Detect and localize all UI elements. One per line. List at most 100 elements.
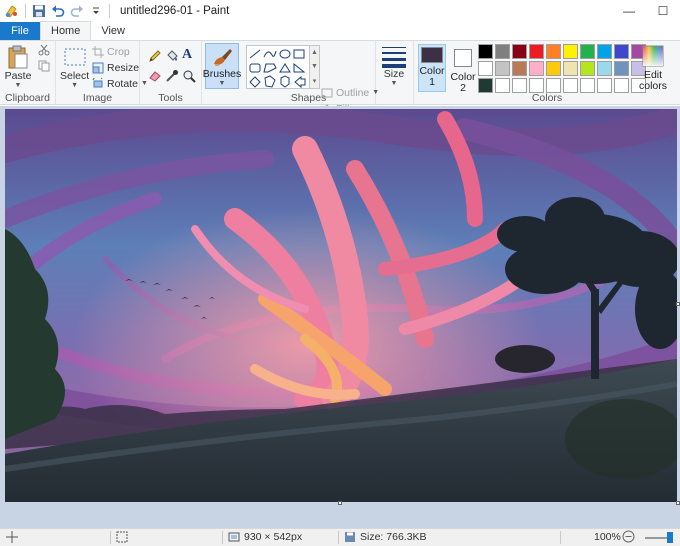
brushes-label: Brushes (202, 68, 242, 80)
tab-home[interactable]: Home (40, 21, 92, 40)
status-divider (222, 531, 223, 544)
palette-swatch[interactable] (529, 44, 544, 59)
color2-button[interactable]: Color 2 (450, 44, 476, 94)
palette-swatch[interactable] (529, 61, 544, 76)
resize-icon (92, 62, 104, 73)
zoom-out-button[interactable] (622, 530, 635, 543)
pencil-icon[interactable] (148, 49, 162, 66)
palette-swatch[interactable] (512, 78, 527, 93)
palette-swatch[interactable] (597, 44, 612, 59)
edit-colors-icon (642, 45, 664, 67)
eraser-icon[interactable] (148, 69, 162, 86)
toolbar-divider (25, 4, 26, 18)
redo-icon[interactable] (69, 3, 85, 19)
color1-button[interactable]: Color 1 (418, 44, 446, 92)
size-group: Size ▼ (376, 41, 414, 105)
crop-button[interactable]: Crop (92, 44, 130, 59)
clipboard-group: Paste ▼ Clipboard (0, 41, 56, 105)
palette-swatch[interactable] (478, 44, 493, 59)
palette-swatch[interactable] (495, 44, 510, 59)
window-title: untitled296-01 - Paint (120, 5, 230, 17)
minimize-button[interactable]: — (612, 0, 646, 22)
undo-icon[interactable] (50, 3, 66, 19)
scroll-up-icon[interactable]: ▲ (311, 49, 318, 56)
scroll-down-icon[interactable]: ▼ (311, 63, 318, 70)
edit-colors-label: Edit colors (638, 69, 667, 92)
brushes-button[interactable]: Brushes ▼ (202, 43, 242, 89)
window-controls: — ☐ (612, 0, 680, 22)
palette-swatch[interactable] (580, 44, 595, 59)
zoom-out-icon (622, 530, 635, 543)
palette-swatch[interactable] (546, 61, 561, 76)
magnifier-icon[interactable] (182, 69, 196, 86)
palette-swatch[interactable] (512, 61, 527, 76)
file-size-text: Size: 766.3KB (360, 531, 427, 543)
outline-button[interactable]: Outline ▼ (321, 85, 379, 100)
selection-size-icon (116, 531, 128, 543)
maximize-button[interactable]: ☐ (646, 0, 680, 22)
size-button[interactable]: Size ▼ (381, 44, 407, 87)
rotate-icon (92, 77, 103, 87)
outline-label: Outline (336, 86, 370, 99)
edit-colors-button[interactable]: Edit colors (638, 44, 668, 92)
palette-swatch[interactable] (546, 44, 561, 59)
save-icon[interactable] (31, 3, 47, 19)
palette-swatch[interactable] (563, 78, 578, 93)
resize-button[interactable]: Resize (92, 60, 139, 75)
status-divider (338, 531, 339, 544)
palette-swatch[interactable] (495, 61, 510, 76)
color-picker-icon[interactable] (165, 69, 179, 86)
toolbar-divider (109, 4, 110, 18)
tab-file[interactable]: File (0, 22, 40, 40)
text-tool-icon[interactable]: A (182, 47, 192, 63)
title-bar: untitled296-01 - Paint — ☐ (0, 0, 680, 22)
palette-swatch[interactable] (597, 61, 612, 76)
palette-swatch[interactable] (495, 78, 510, 93)
crop-label: Crop (107, 45, 130, 58)
palette-swatch[interactable] (529, 78, 544, 93)
paste-button[interactable]: Paste ▼ (4, 44, 32, 89)
sunset-painting (5, 109, 677, 502)
rotate-label: Rotate (107, 77, 138, 90)
image-size-icon (228, 532, 240, 542)
select-button[interactable]: Select ▼ (60, 44, 89, 89)
palette-swatch[interactable] (512, 44, 527, 59)
palette-swatch[interactable] (614, 78, 629, 93)
size-label: Size (383, 68, 405, 80)
tools-group: A Tools (140, 41, 202, 105)
tab-view[interactable]: View (91, 22, 135, 40)
canvas-workspace (0, 106, 680, 528)
clipboard-icon (4, 44, 32, 70)
paint-app-icon[interactable] (4, 3, 20, 19)
palette-swatch[interactable] (563, 44, 578, 59)
line-size-icon (382, 47, 406, 68)
palette-swatch[interactable] (478, 61, 493, 76)
cursor-position-icon (6, 531, 18, 543)
shapes-gallery[interactable] (246, 45, 310, 89)
resize-handle-bottom[interactable] (338, 501, 342, 505)
palette-swatch[interactable] (580, 78, 595, 93)
shapes-gallery-icons (249, 49, 306, 89)
palette-swatch[interactable] (563, 61, 578, 76)
palette-swatch[interactable] (478, 78, 493, 93)
palette-swatch[interactable] (597, 78, 612, 93)
resize-handle-right[interactable] (676, 302, 680, 306)
paste-label: Paste (4, 70, 32, 82)
fill-bucket-icon[interactable] (165, 49, 179, 66)
resize-handle-corner[interactable] (676, 501, 680, 505)
customize-toolbar-chevron-icon[interactable] (88, 3, 104, 19)
color-palette (478, 44, 646, 93)
palette-swatch[interactable] (580, 61, 595, 76)
palette-swatch[interactable] (614, 44, 629, 59)
zoom-slider-thumb[interactable] (667, 532, 673, 543)
palette-swatch[interactable] (614, 61, 629, 76)
brush-icon (214, 49, 232, 66)
cut-icon[interactable] (38, 44, 50, 59)
shapes-gallery-scroll[interactable]: ▲ ▼ ▾ (310, 45, 320, 89)
crop-icon (92, 45, 104, 58)
dimensions-text: 930 × 542px (244, 531, 303, 543)
drawing-canvas[interactable] (5, 109, 677, 502)
expand-gallery-icon[interactable]: ▾ (313, 77, 317, 85)
palette-swatch[interactable] (546, 78, 561, 93)
copy-icon[interactable] (38, 60, 50, 75)
